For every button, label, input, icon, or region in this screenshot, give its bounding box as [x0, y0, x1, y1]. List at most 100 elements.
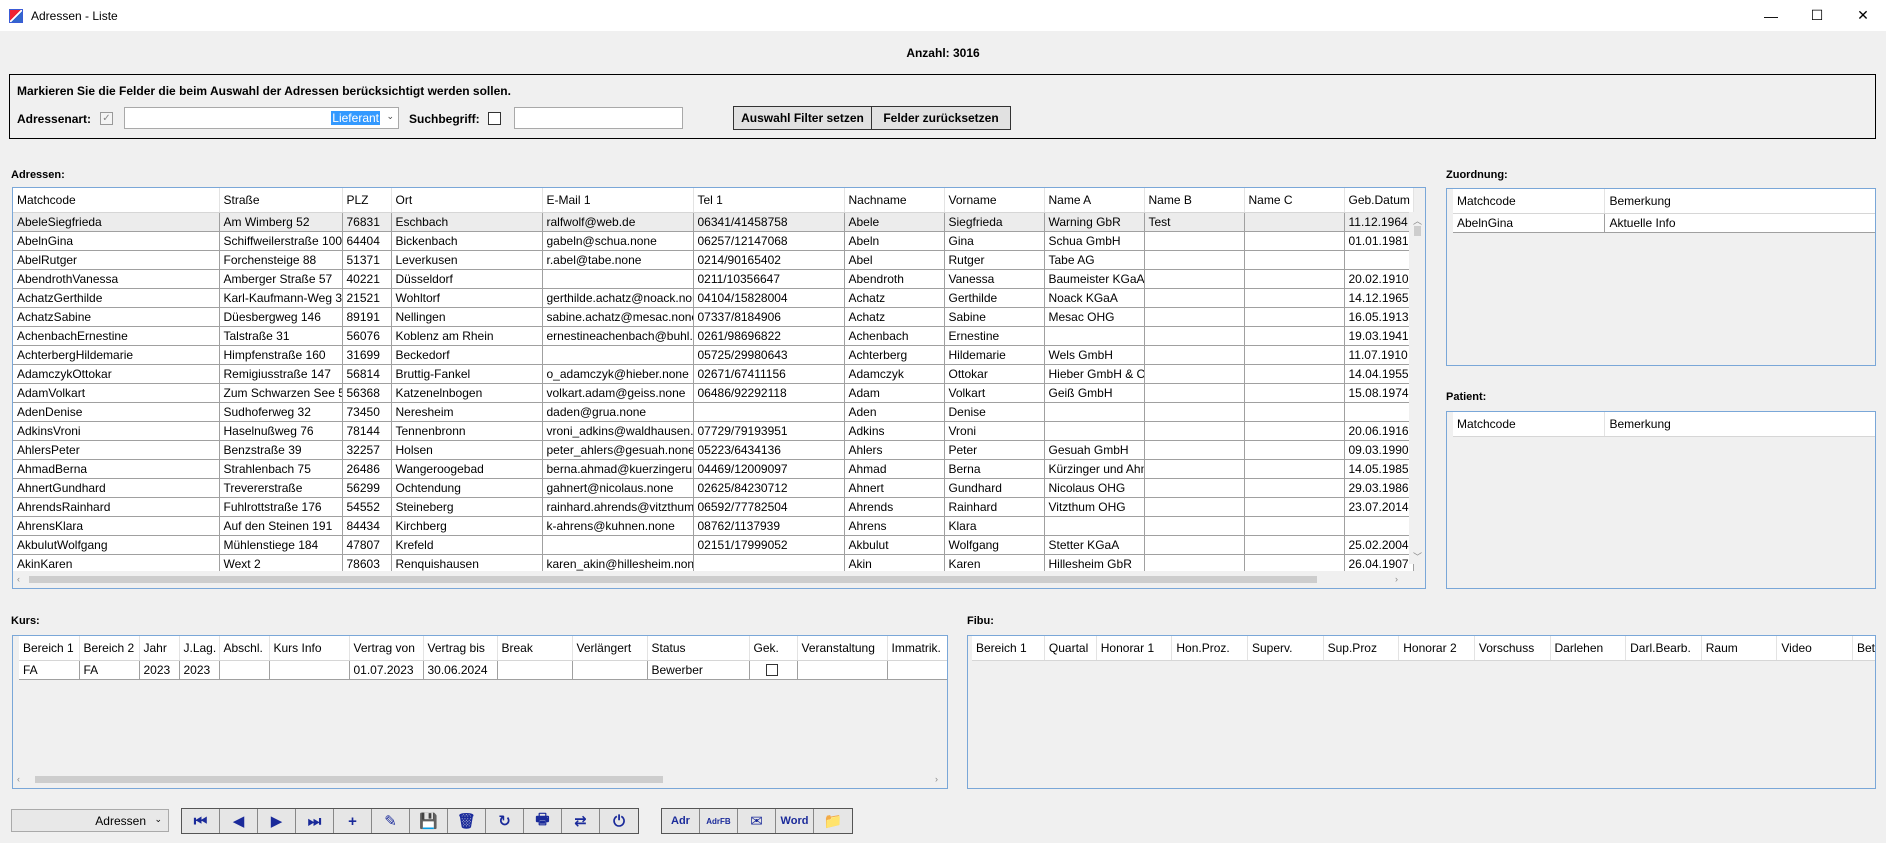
view-select[interactable]: Adressen ⌄: [11, 809, 169, 832]
table-cell[interactable]: Ottokar: [944, 364, 1045, 384]
table-cell[interactable]: Kirchberg: [391, 516, 543, 536]
table-cell[interactable]: 40221: [342, 269, 392, 289]
table-cell[interactable]: 14.12.1965: [1344, 288, 1414, 308]
table-cell[interactable]: [1244, 288, 1345, 308]
column-header[interactable]: Bemerkung: [1604, 189, 1875, 214]
table-row[interactable]: AhlersPeter Benzstraße 39 32257 Holsen peter…: [13, 440, 1414, 460]
table-cell[interactable]: FA: [19, 660, 80, 680]
table-cell[interactable]: Achatz: [844, 288, 945, 308]
table-cell[interactable]: AbeleSiegfrieda: [13, 212, 220, 232]
column-header[interactable]: Vertrag bis: [423, 636, 498, 661]
column-header[interactable]: Bereich 1: [19, 636, 80, 661]
table-cell[interactable]: 11.12.1964: [1344, 212, 1414, 232]
scroll-left-icon[interactable]: ‹: [17, 574, 20, 584]
adressen-grid[interactable]: Matchcode Straße PLZ Ort E-Mail 1 Tel 1 Nachna…: [12, 187, 1426, 589]
table-cell[interactable]: Ahrens: [844, 516, 945, 536]
table-cell[interactable]: 56814: [342, 364, 392, 384]
table-cell[interactable]: sabine.achatz@mesac.none: [542, 307, 694, 327]
adr-button[interactable]: Adr: [662, 809, 700, 833]
table-cell[interactable]: 51371: [342, 250, 392, 270]
swap-icon[interactable]: ⇄: [562, 809, 600, 833]
table-cell[interactable]: 2023: [139, 660, 180, 680]
table-cell[interactable]: berna.ahmad@kuerzingerund.none: [542, 459, 694, 479]
adressenart-select[interactable]: Lieferant ⌄: [124, 107, 399, 129]
table-cell[interactable]: [1144, 288, 1245, 308]
column-header[interactable]: Honorar 1: [1096, 636, 1173, 661]
table-cell[interactable]: 78144: [342, 421, 392, 441]
reset-fields-button[interactable]: Felder zurücksetzen: [871, 106, 1011, 130]
table-cell[interactable]: Bickenbach: [391, 231, 543, 251]
table-cell[interactable]: [887, 660, 947, 680]
column-header[interactable]: PLZ: [342, 188, 392, 213]
table-cell[interactable]: [1344, 516, 1414, 536]
table-cell[interactable]: Akbulut: [844, 535, 945, 555]
table-cell[interactable]: 56368: [342, 383, 392, 403]
table-cell[interactable]: 31699: [342, 345, 392, 365]
table-cell[interactable]: gerthilde.achatz@noack.none: [542, 288, 694, 308]
table-cell[interactable]: 23.07.2014: [1344, 497, 1414, 517]
column-header[interactable]: Matchcode: [1453, 412, 1606, 437]
table-cell[interactable]: ralfwolf@web.de: [542, 212, 694, 232]
table-cell[interactable]: Siegfrieda: [944, 212, 1045, 232]
table-cell[interactable]: [1144, 516, 1245, 536]
table-cell[interactable]: 05223/6434136: [693, 440, 845, 460]
scroll-down-icon[interactable]: ﹀: [1413, 550, 1422, 563]
table-cell[interactable]: [1144, 402, 1245, 422]
table-cell[interactable]: [219, 660, 270, 680]
table-cell[interactable]: Steineberg: [391, 497, 543, 517]
table-cell[interactable]: Amberger Straße 57: [219, 269, 343, 289]
previous-record-button[interactable]: ◀: [220, 809, 258, 833]
table-cell[interactable]: 04469/12009097: [693, 459, 845, 479]
table-cell[interactable]: Ernestine: [944, 326, 1045, 346]
adrfb-button[interactable]: AdrFB: [700, 809, 738, 833]
table-cell[interactable]: Treverer­straße: [219, 478, 343, 498]
table-cell[interactable]: AhrensKlara: [13, 516, 220, 536]
table-cell[interactable]: daden@grua.none: [542, 402, 694, 422]
table-cell[interactable]: 01.01.1981: [1344, 231, 1414, 251]
table-cell[interactable]: 29.03.1986: [1344, 478, 1414, 498]
mail-icon[interactable]: ✉: [738, 809, 776, 833]
table-row[interactable]: AbelnGina Aktuelle Info: [1453, 213, 1875, 233]
table-cell[interactable]: 26486: [342, 459, 392, 479]
scroll-thumb[interactable]: [35, 776, 663, 783]
table-cell[interactable]: Koblenz am Rhein: [391, 326, 543, 346]
table-row[interactable]: AhmadBerna Strahlenbach 75 26486 Wangerooge…: [13, 459, 1414, 479]
column-header[interactable]: Vorname: [944, 188, 1045, 213]
table-cell[interactable]: [1144, 421, 1245, 441]
table-cell[interactable]: 32257: [342, 440, 392, 460]
table-cell[interactable]: AhrendsRainhard: [13, 497, 220, 517]
table-cell[interactable]: Achatz: [844, 307, 945, 327]
table-cell[interactable]: Vanessa: [944, 269, 1045, 289]
edit-icon[interactable]: ✎: [372, 809, 410, 833]
table-cell[interactable]: [1144, 459, 1245, 479]
table-cell[interactable]: [572, 660, 648, 680]
table-cell[interactable]: peter_ahlers@gesuah.none: [542, 440, 694, 460]
table-cell[interactable]: [542, 535, 694, 555]
table-cell[interactable]: [1244, 345, 1345, 365]
column-header[interactable]: Jahr: [139, 636, 180, 661]
table-cell[interactable]: [1244, 516, 1345, 536]
kurs-grid[interactable]: Bereich 1 Bereich 2 Jahr J.Lag. Abschl. Kurs …: [12, 635, 948, 789]
table-cell[interactable]: Düsseldorf: [391, 269, 543, 289]
table-cell[interactable]: 21521: [342, 288, 392, 308]
table-cell[interactable]: 02671/67411156: [693, 364, 845, 384]
table-cell[interactable]: AbelnGina: [13, 231, 220, 251]
table-cell[interactable]: [1244, 364, 1345, 384]
table-cell[interactable]: 20.06.1916: [1344, 421, 1414, 441]
table-cell[interactable]: ernestineachenbach@buhl.none: [542, 326, 694, 346]
table-cell[interactable]: [1044, 421, 1145, 441]
column-header[interactable]: Gek.: [749, 636, 798, 661]
table-cell[interactable]: Geiß GmbH: [1044, 383, 1145, 403]
table-cell[interactable]: AchatzGerthilde: [13, 288, 220, 308]
column-header[interactable]: Matchcode: [1453, 189, 1606, 214]
table-cell[interactable]: Beckedorf: [391, 345, 543, 365]
table-cell[interactable]: Bruttig-Fankel: [391, 364, 543, 384]
table-cell[interactable]: 0214/90165402: [693, 250, 845, 270]
table-cell[interactable]: Katzenelnbogen: [391, 383, 543, 403]
table-cell[interactable]: Gina: [944, 231, 1045, 251]
patient-grid[interactable]: Matchcode Bemerkung: [1446, 411, 1876, 589]
table-cell[interactable]: 06486/92292118: [693, 383, 845, 403]
column-header[interactable]: E-Mail 1: [542, 188, 694, 213]
table-cell[interactable]: [269, 660, 350, 680]
last-record-button[interactable]: ⏭: [296, 809, 334, 833]
